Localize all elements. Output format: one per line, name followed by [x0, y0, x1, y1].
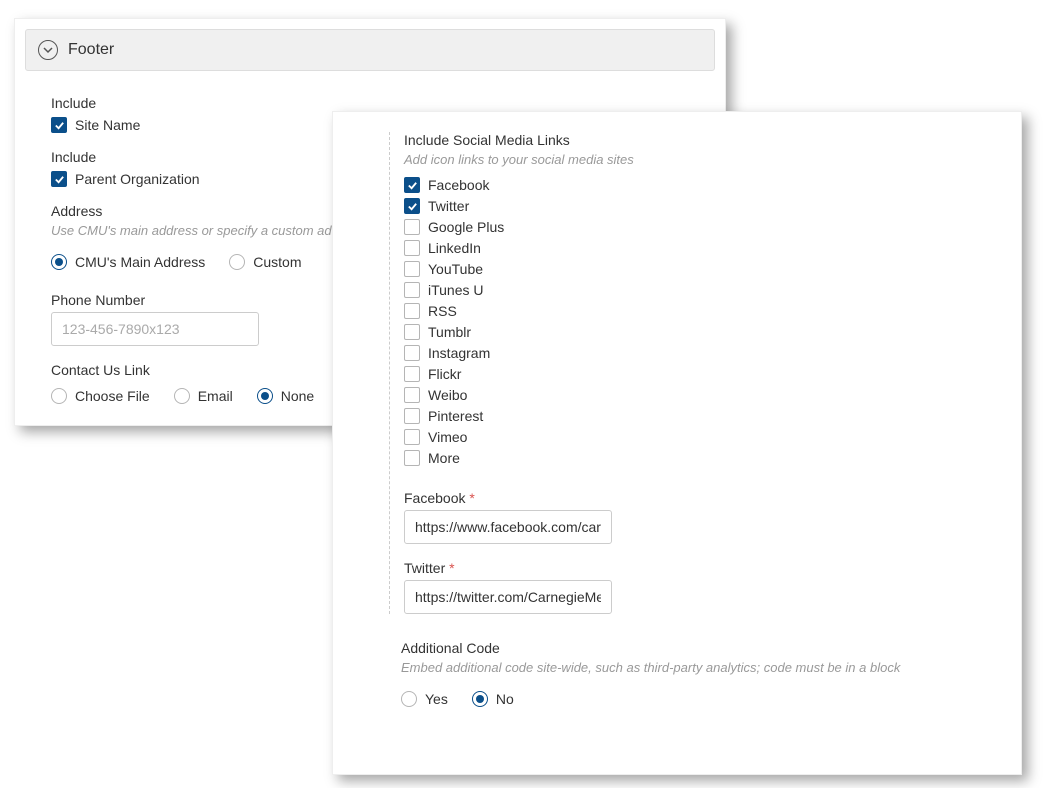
checkbox-row-instagram[interactable]: Instagram — [404, 345, 999, 361]
field-label: Facebook * — [404, 490, 999, 506]
radio-email[interactable] — [174, 388, 190, 404]
field-label: Include — [51, 95, 703, 111]
twitter-url-input[interactable] — [404, 580, 612, 614]
checkbox-site-name[interactable] — [51, 117, 67, 133]
radio-choose-file[interactable] — [51, 388, 67, 404]
option-label: RSS — [428, 303, 457, 319]
required-star: * — [449, 560, 454, 576]
option-label: Pinterest — [428, 408, 483, 424]
social-links-group: Include Social Media Links Add icon link… — [389, 132, 999, 614]
facebook-url-group: Facebook * — [404, 490, 999, 544]
checkbox-row-weibo[interactable]: Weibo — [404, 387, 999, 403]
option-label: Parent Organization — [75, 171, 200, 187]
checkbox-vimeo[interactable] — [404, 429, 420, 445]
field-description: Add icon links to your social media site… — [404, 152, 999, 167]
checkbox-flickr[interactable] — [404, 366, 420, 382]
checkbox-pinterest[interactable] — [404, 408, 420, 424]
checkbox-twitter[interactable] — [404, 198, 420, 214]
checkbox-weibo[interactable] — [404, 387, 420, 403]
checkbox-row-flickr[interactable]: Flickr — [404, 366, 999, 382]
option-label: None — [281, 388, 314, 404]
checkbox-row-rss[interactable]: RSS — [404, 303, 999, 319]
option-label: Flickr — [428, 366, 461, 382]
twitter-label: Twitter — [404, 560, 445, 576]
radio-row-choose-file[interactable]: Choose File — [51, 388, 150, 404]
option-label: Twitter — [428, 198, 469, 214]
radio-custom-address[interactable] — [229, 254, 245, 270]
checkbox-tumblr[interactable] — [404, 324, 420, 340]
option-label: Instagram — [428, 345, 490, 361]
additional-code-group: Additional Code Embed additional code si… — [389, 640, 999, 713]
radio-row-no[interactable]: No — [472, 691, 514, 707]
radio-none[interactable] — [257, 388, 273, 404]
option-label: More — [428, 450, 460, 466]
option-label: Weibo — [428, 387, 467, 403]
radio-additional-yes[interactable] — [401, 691, 417, 707]
option-label: No — [496, 691, 514, 707]
checkbox-itunes-u[interactable] — [404, 282, 420, 298]
field-description: Embed additional code site-wide, such as… — [401, 660, 999, 675]
radio-row-custom[interactable]: Custom — [229, 254, 301, 270]
radio-additional-no[interactable] — [472, 691, 488, 707]
option-label: CMU's Main Address — [75, 254, 205, 270]
checkbox-row-itunes-u[interactable]: iTunes U — [404, 282, 999, 298]
checkbox-google-plus[interactable] — [404, 219, 420, 235]
phone-input[interactable] — [51, 312, 259, 346]
social-checkbox-list: Facebook Twitter Google Plus LinkedIn YouTub… — [404, 177, 999, 466]
checkbox-linkedin[interactable] — [404, 240, 420, 256]
option-label: Vimeo — [428, 429, 467, 445]
required-star: * — [469, 490, 474, 506]
option-label: Site Name — [75, 117, 140, 133]
option-label: Email — [198, 388, 233, 404]
radio-row-none[interactable]: None — [257, 388, 314, 404]
twitter-url-group: Twitter * — [404, 560, 999, 614]
radio-row-email[interactable]: Email — [174, 388, 233, 404]
checkbox-row-google-plus[interactable]: Google Plus — [404, 219, 999, 235]
option-label: Facebook — [428, 177, 489, 193]
checkbox-row-vimeo[interactable]: Vimeo — [404, 429, 999, 445]
facebook-label: Facebook — [404, 490, 465, 506]
checkbox-row-twitter[interactable]: Twitter — [404, 198, 999, 214]
footer-section-header[interactable]: Footer — [25, 29, 715, 71]
option-label: YouTube — [428, 261, 483, 277]
option-label: Yes — [425, 691, 448, 707]
option-label: Custom — [253, 254, 301, 270]
option-label: Tumblr — [428, 324, 471, 340]
radio-row-cmu-address[interactable]: CMU's Main Address — [51, 254, 205, 270]
checkbox-row-more[interactable]: More — [404, 450, 999, 466]
facebook-url-input[interactable] — [404, 510, 612, 544]
checkbox-instagram[interactable] — [404, 345, 420, 361]
checkbox-youtube[interactable] — [404, 261, 420, 277]
option-label: Google Plus — [428, 219, 504, 235]
checkbox-row-youtube[interactable]: YouTube — [404, 261, 999, 277]
field-label: Additional Code — [401, 640, 999, 656]
checkbox-facebook[interactable] — [404, 177, 420, 193]
checkbox-row-facebook[interactable]: Facebook — [404, 177, 999, 193]
option-label: iTunes U — [428, 282, 484, 298]
radio-row-yes[interactable]: Yes — [401, 691, 448, 707]
checkbox-row-pinterest[interactable]: Pinterest — [404, 408, 999, 424]
field-label: Include Social Media Links — [404, 132, 999, 148]
social-panel: Include Social Media Links Add icon link… — [332, 111, 1022, 775]
option-label: Choose File — [75, 388, 150, 404]
checkbox-row-linkedin[interactable]: LinkedIn — [404, 240, 999, 256]
checkbox-parent-organization[interactable] — [51, 171, 67, 187]
section-title: Footer — [68, 41, 114, 59]
option-label: LinkedIn — [428, 240, 481, 256]
field-label: Twitter * — [404, 560, 999, 576]
checkbox-more[interactable] — [404, 450, 420, 466]
radio-cmu-main-address[interactable] — [51, 254, 67, 270]
checkbox-row-tumblr[interactable]: Tumblr — [404, 324, 999, 340]
chevron-down-icon — [38, 40, 58, 60]
checkbox-rss[interactable] — [404, 303, 420, 319]
